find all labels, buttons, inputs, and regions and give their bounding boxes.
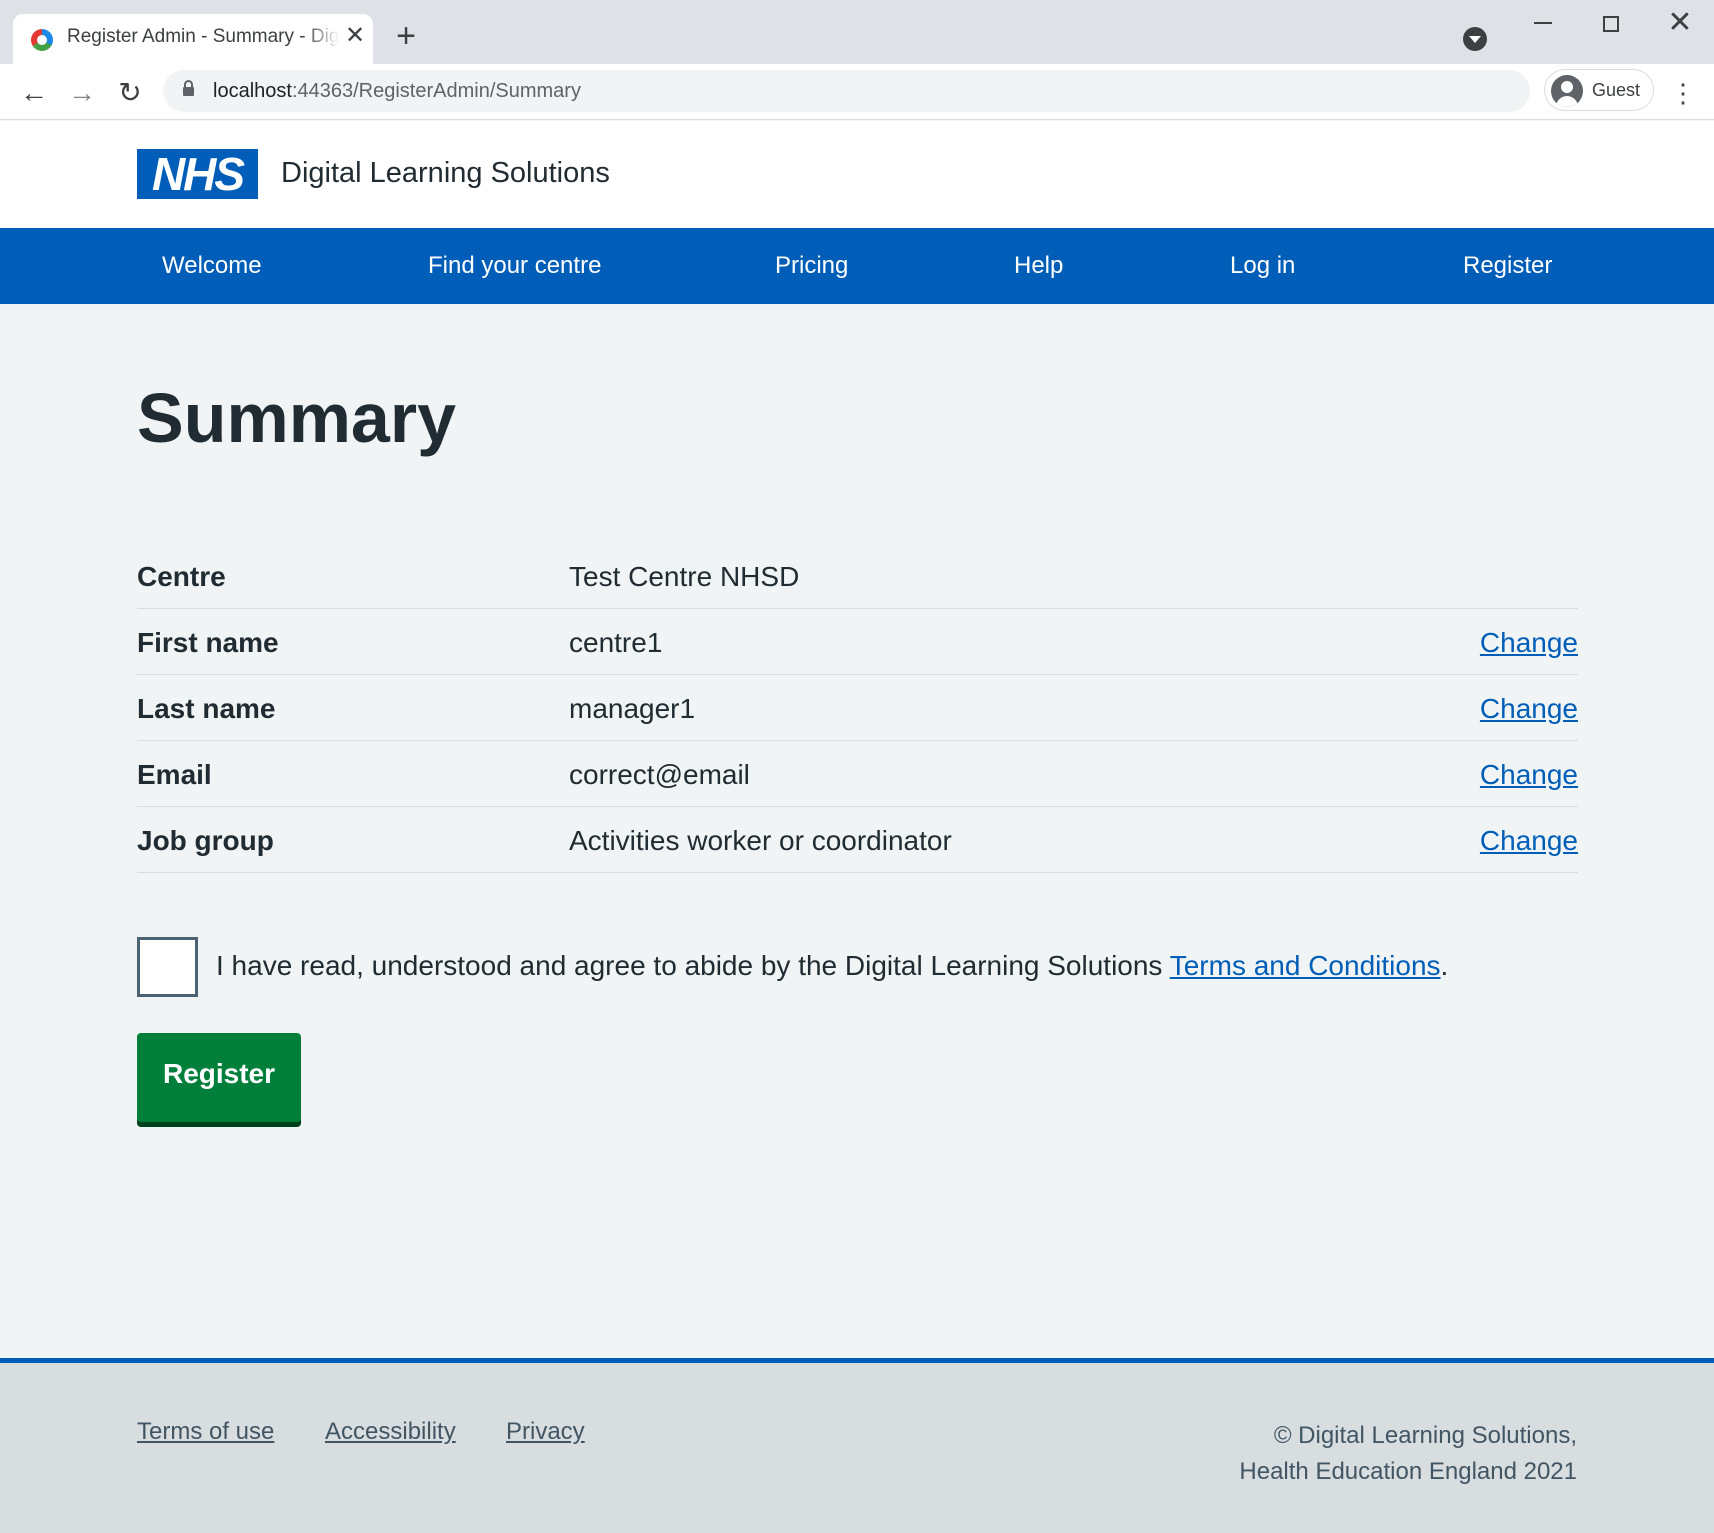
primary-navigation: Welcome Find your centre Pricing Help Lo…: [0, 228, 1714, 304]
lock-icon[interactable]: [183, 80, 194, 96]
nav-item-register[interactable]: Register: [1463, 228, 1552, 304]
forward-arrow-icon[interactable]: →: [65, 76, 99, 110]
footer-link-terms-of-use[interactable]: Terms of use: [137, 1418, 274, 1446]
minimize-icon[interactable]: [1534, 22, 1552, 24]
copyright-text: © Digital Learning Solutions, Health Edu…: [1239, 1418, 1577, 1490]
terms-and-conditions-link[interactable]: Terms and Conditions: [1170, 950, 1441, 981]
service-name[interactable]: Digital Learning Solutions: [281, 157, 610, 190]
footer-link-accessibility[interactable]: Accessibility: [325, 1418, 456, 1446]
row-value: correct@email: [569, 759, 750, 790]
profile-label: Guest: [1592, 80, 1641, 100]
nav-item-pricing[interactable]: Pricing: [775, 228, 848, 304]
row-key: Email: [137, 759, 212, 790]
terms-label: I have read, understood and agree to abi…: [216, 950, 1448, 982]
copyright-line-1: © Digital Learning Solutions,: [1273, 1422, 1577, 1449]
summary-row-last-name: Last name manager1 Change: [137, 675, 1578, 741]
terms-label-text: I have read, understood and agree to abi…: [216, 950, 1170, 981]
row-value: Test Centre NHSD: [569, 561, 800, 592]
nav-item-find-your-centre[interactable]: Find your centre: [428, 228, 601, 304]
profile-avatar-icon: [1551, 75, 1583, 107]
row-key: Last name: [137, 693, 276, 724]
site-footer: Terms of use Accessibility Privacy © Dig…: [0, 1358, 1714, 1533]
summary-row-centre: Centre Test Centre NHSD: [137, 543, 1578, 609]
url-path: :44363/RegisterAdmin/Summary: [291, 80, 581, 102]
window-close-icon[interactable]: ✕: [1665, 8, 1695, 38]
nav-item-welcome[interactable]: Welcome: [162, 228, 262, 304]
change-job-group-link[interactable]: Change: [1480, 825, 1578, 857]
nav-item-log-in[interactable]: Log in: [1230, 228, 1295, 304]
summary-row-email: Email correct@email Change: [137, 741, 1578, 807]
back-arrow-icon[interactable]: ←: [17, 76, 51, 110]
browser-tab[interactable]: Register Admin - Summary - Digital Learn…: [13, 14, 373, 64]
footer-link-privacy[interactable]: Privacy: [506, 1418, 585, 1446]
terms-checkbox[interactable]: [137, 937, 198, 997]
terms-label-suffix: .: [1440, 950, 1449, 981]
new-tab-button[interactable]: +: [390, 19, 422, 53]
nhs-logo[interactable]: NHS: [137, 149, 258, 199]
reload-icon[interactable]: ↻: [113, 76, 147, 110]
change-first-name-link[interactable]: Change: [1480, 627, 1578, 659]
row-key: Centre: [137, 561, 226, 592]
tab-title: Register Admin - Summary - Digital Learn…: [67, 26, 339, 48]
tab-close-icon[interactable]: ✕: [343, 24, 367, 48]
url-host: localhost: [213, 80, 292, 102]
browser-tabstrip: Register Admin - Summary - Digital Learn…: [0, 0, 1714, 64]
summary-row-first-name: First name centre1 Change: [137, 609, 1578, 675]
page-title: Summary: [137, 379, 457, 457]
browser-menu-icon[interactable]: ⋮: [1670, 76, 1696, 110]
browser-toolbar: ← → ↻ localhost:44363/RegisterAdmin/Summ…: [0, 64, 1714, 120]
change-email-link[interactable]: Change: [1480, 759, 1578, 791]
url-text[interactable]: localhost:44363/RegisterAdmin/Summary: [213, 80, 581, 103]
nav-item-help[interactable]: Help: [1014, 228, 1063, 304]
row-value: Activities worker or coordinator: [569, 825, 952, 856]
maximize-icon[interactable]: [1603, 16, 1619, 32]
change-last-name-link[interactable]: Change: [1480, 693, 1578, 725]
address-bar[interactable]: localhost:44363/RegisterAdmin/Summary: [163, 70, 1530, 112]
register-button[interactable]: Register: [137, 1033, 301, 1122]
row-value: manager1: [569, 693, 696, 724]
row-key: First name: [137, 627, 279, 658]
site-header: NHS Digital Learning Solutions: [0, 121, 1714, 228]
summary-list: Centre Test Centre NHSD First name centr…: [137, 543, 1578, 873]
summary-row-job-group: Job group Activities worker or coordinat…: [137, 807, 1578, 873]
copyright-line-2: Health Education England 2021: [1239, 1458, 1577, 1485]
profile-button[interactable]: Guest: [1544, 69, 1654, 111]
favicon-icon: [31, 29, 53, 51]
row-value: centre1: [569, 627, 663, 658]
row-key: Job group: [137, 825, 274, 856]
tab-search-icon[interactable]: [1463, 27, 1487, 51]
